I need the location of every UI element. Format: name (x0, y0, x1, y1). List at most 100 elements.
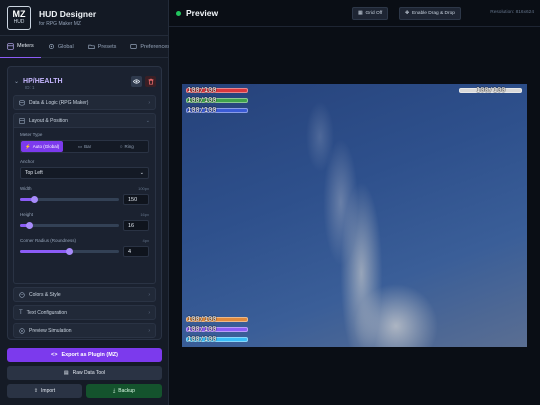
palette-icon (19, 291, 25, 298)
gauge-icon (7, 42, 14, 50)
eye-icon (133, 79, 140, 84)
brand-header: MZ HUD HUD Designer for RPG Maker MZ (0, 0, 168, 36)
bottom-meter-1-text: 100/100 (187, 315, 217, 323)
section-text-label: Text Configuration (26, 309, 67, 316)
layout-section-body: Meter Type ⚡ Auto (Global) ▭ Bar ○ Ring (13, 128, 156, 284)
radius-input[interactable]: 4 (123, 246, 149, 257)
height-unit: 16px (140, 212, 149, 217)
chevron-down-icon[interactable]: ⌄ (14, 78, 19, 85)
logo-hud: HUD (13, 19, 25, 25)
height-label: Height (20, 212, 34, 217)
tab-global-label: Global (57, 43, 74, 50)
meter-name: HP/HEALTH (23, 77, 63, 85)
meter-type-auto-label: Auto (Global) (32, 144, 60, 149)
resolution-label: Resolution: 816x624 (490, 10, 534, 15)
height-input[interactable]: 16 (123, 220, 149, 231)
sidebar: MZ HUD HUD Designer for RPG Maker MZ Met… (0, 0, 171, 405)
import-label: Import (41, 388, 56, 394)
grid-icon: ▦ (358, 11, 363, 16)
visibility-button[interactable] (131, 76, 142, 87)
section-layout-label: Layout & Position (29, 117, 68, 124)
chevron-down-icon: ⌄ (139, 170, 144, 176)
meter-type-ring[interactable]: ○ Ring (106, 141, 148, 152)
radius-slider-fill (20, 250, 70, 253)
radius-label: Corner Radius (Roundness) (20, 238, 77, 243)
gear-icon (48, 44, 54, 49)
raw-data-label: Raw Data Tool (72, 370, 106, 376)
tab-meters[interactable]: Meters (0, 36, 41, 58)
chevron-right-icon: › (148, 309, 150, 316)
anchor-select[interactable]: Top Left ⌄ (20, 167, 149, 179)
tab-preferences-label: Preferences (140, 43, 171, 50)
width-slider[interactable] (20, 196, 119, 203)
export-plugin-button[interactable]: <> Export as Plugin (MZ) (7, 348, 162, 362)
tab-presets-label: Presets (97, 43, 117, 50)
bottom-meter-3-text: 100/100 (187, 335, 217, 343)
logo-mz: MZ (12, 9, 26, 19)
raw-data-button[interactable]: ▤ Raw Data Tool (7, 366, 162, 380)
meter-header[interactable]: ⌄ HP/HEALTH ID: 1 (8, 67, 161, 95)
width-input[interactable]: 150 (123, 194, 149, 205)
preview-title: Preview (186, 8, 219, 18)
grid-toggle-button[interactable]: ▦ Grid Off (352, 7, 389, 20)
delete-button[interactable] (145, 76, 156, 87)
preview-area: Preview ▦ Grid Off ✥ Enable Drag & Drop … (169, 0, 540, 405)
section-data-logic[interactable]: Data & Logic (RPG Maker) › (13, 95, 156, 110)
database-icon (19, 99, 25, 106)
height-slider[interactable] (20, 222, 119, 229)
chevron-down-icon: ⌄ (145, 117, 150, 124)
chevron-right-icon: › (148, 99, 150, 106)
export-plugin-label: Export as Plugin (MZ) (61, 352, 118, 358)
radius-slider[interactable] (20, 248, 119, 255)
radius-slider-thumb[interactable] (66, 248, 73, 255)
preview-toolbar: Preview ▦ Grid Off ✥ Enable Drag & Drop … (169, 0, 540, 27)
section-layout[interactable]: Layout & Position ⌄ (13, 113, 156, 128)
meter-type-selector: ⚡ Auto (Global) ▭ Bar ○ Ring (20, 140, 149, 153)
drag-drop-button[interactable]: ✥ Enable Drag & Drop (399, 7, 461, 20)
tab-global[interactable]: Global (41, 36, 81, 58)
section-colors[interactable]: Colors & Style › (13, 287, 156, 302)
tab-presets[interactable]: Presets (81, 36, 124, 58)
drag-drop-label: Enable Drag & Drop (412, 11, 455, 16)
anchor-value: Top Left (25, 170, 43, 176)
meter-type-bar[interactable]: ▭ Bar (63, 141, 105, 152)
mp-meter-text: 100/100 (187, 96, 217, 104)
anchor-label: Anchor (20, 159, 35, 164)
layout-icon (19, 117, 25, 124)
upload-icon: ⇪ (33, 388, 39, 394)
tp-meter-text: 100/100 (187, 106, 217, 114)
section-data-logic-label: Data & Logic (RPG Maker) (29, 99, 89, 106)
app-logo: MZ HUD (7, 5, 31, 30)
height-slider-thumb[interactable] (26, 222, 34, 229)
file-icon: ▤ (63, 370, 69, 376)
bottom-meter-2-text: 100/100 (187, 325, 217, 333)
top-right-meter-text: 100/100 (476, 86, 506, 94)
section-preview-sim[interactable]: Preview Simulation › (13, 323, 156, 338)
meter-id: ID: 1 (25, 85, 35, 90)
folder-icon (88, 44, 95, 49)
section-text[interactable]: T Text Configuration › (13, 305, 156, 320)
meter-type-auto[interactable]: ⚡ Auto (Global) (21, 141, 64, 152)
game-preview-canvas[interactable]: 100/100 100/100 100/100 100/100 100/100 … (182, 84, 527, 347)
sliders-icon (130, 44, 138, 49)
grid-toggle-label: Grid Off (365, 11, 383, 16)
width-slider-thumb[interactable] (31, 196, 39, 203)
radius-unit: 4px (142, 238, 149, 243)
height-row: Height 16px (20, 212, 149, 217)
meter-type-bar-label: Bar (84, 144, 92, 149)
tab-meters-label: Meters (17, 43, 34, 49)
move-icon: ✥ (405, 11, 410, 16)
backup-button[interactable]: ⤓ Backup (86, 384, 162, 398)
app-title: HUD Designer (39, 8, 97, 19)
width-row: Width 100px (20, 186, 149, 191)
ring-icon: ○ (119, 144, 123, 149)
code-icon: <> (51, 352, 58, 358)
import-button[interactable]: ⇪ Import (7, 384, 82, 398)
section-preview-sim-label: Preview Simulation (29, 327, 72, 334)
width-control: 150 (20, 194, 149, 205)
app-subtitle: for RPG Maker MZ (39, 20, 81, 27)
play-icon (19, 327, 25, 334)
chevron-right-icon: › (148, 291, 150, 298)
meter-panel: ⌄ HP/HEALTH ID: 1 Data & Logic (RPG Make… (7, 66, 162, 340)
status-dot (176, 10, 181, 16)
